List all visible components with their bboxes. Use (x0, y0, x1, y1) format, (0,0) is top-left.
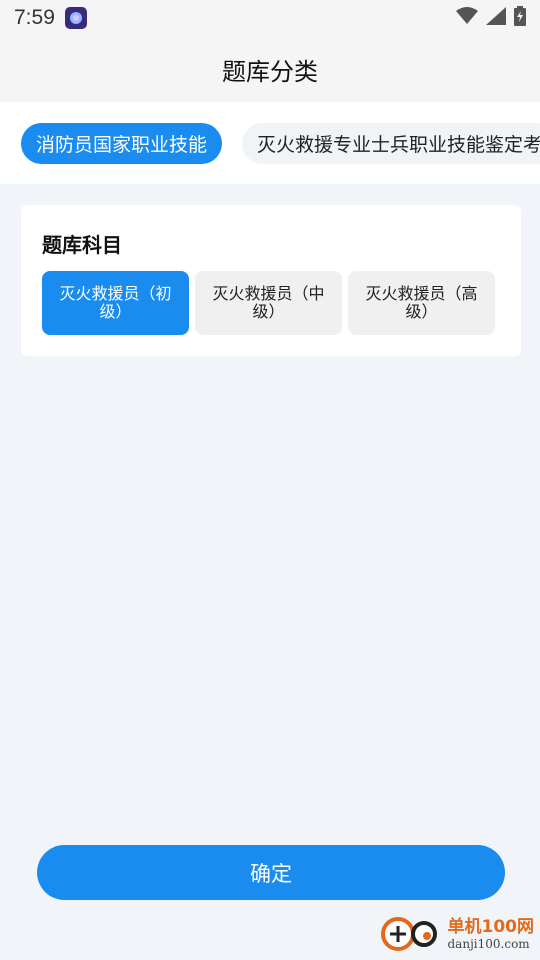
status-bar: 7:59 (0, 0, 540, 36)
page-title: 题库分类 (222, 57, 318, 86)
subject-card: 题库科目 灭火救援员（初级） 灭火救援员（中级） 灭火救援员（高级） (21, 205, 521, 356)
confirm-button[interactable]: 确定 (37, 845, 505, 900)
app-notification-icon (64, 7, 87, 29)
status-time: 7:59 (14, 6, 55, 29)
category-tab-rescue-soldier[interactable]: 灭火救援专业士兵职业技能鉴定考 (242, 123, 540, 164)
watermark-url: danji100.com (447, 936, 530, 951)
watermark-logo-icon (380, 912, 444, 956)
subject-button-junior[interactable]: 灭火救援员（初级） (42, 271, 189, 335)
watermark: 单机100网 danji100.com (380, 912, 535, 956)
subject-button-senior[interactable]: 灭火救援员（高级） (348, 271, 495, 335)
signal-icon (486, 7, 506, 29)
subject-button-intermediate[interactable]: 灭火救援员（中级） (195, 271, 342, 335)
battery-charging-icon (514, 6, 526, 30)
watermark-name: 单机100网 (447, 916, 535, 937)
category-tab-fire-national[interactable]: 消防员国家职业技能 (21, 123, 223, 164)
header: 题库分类 (0, 36, 540, 102)
subject-list: 灭火救援员（初级） 灭火救援员（中级） 灭火救援员（高级） (42, 271, 495, 335)
wifi-icon (456, 7, 478, 29)
card-title: 题库科目 (42, 233, 122, 257)
category-tabs[interactable]: 消防员国家职业技能 灭火救援专业士兵职业技能鉴定考 (0, 102, 540, 184)
